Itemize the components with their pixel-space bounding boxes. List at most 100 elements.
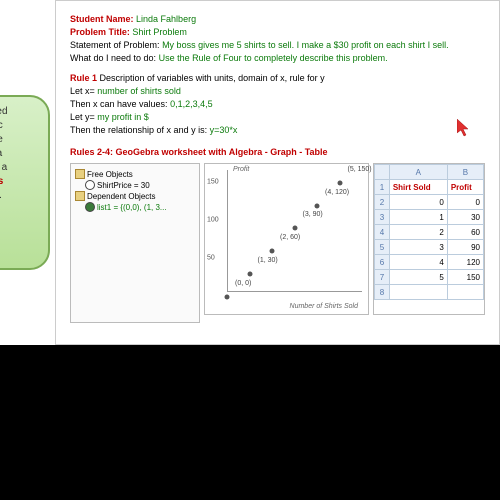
- y-tick-label: 100: [207, 216, 219, 223]
- thenx-value: 0,1,2,3,4,5: [170, 99, 213, 109]
- cell[interactable]: 5: [389, 270, 447, 285]
- side-text-6: ge.: [0, 190, 2, 201]
- cell[interactable]: 30: [447, 210, 483, 225]
- data-point[interactable]: [270, 249, 275, 254]
- side-text-2: tive: [0, 134, 3, 145]
- table-row[interactable]: 8: [375, 285, 484, 300]
- row-header[interactable]: 3: [375, 210, 390, 225]
- table-row[interactable]: 64120: [375, 255, 484, 270]
- student-name: Linda Fahlberg: [136, 14, 196, 24]
- statement-line: Statement of Problem: My boss gives me 5…: [70, 40, 485, 50]
- cell[interactable]: 90: [447, 240, 483, 255]
- side-callout: mbed mic tive bra into a ces ge.: [0, 95, 50, 270]
- side-text-4: into a: [0, 162, 7, 173]
- side-text-1: mic: [0, 120, 3, 131]
- tree-list1[interactable]: list1 = {(0,0), (1, 3...: [75, 202, 195, 212]
- col-b-header[interactable]: B: [447, 165, 483, 180]
- side-text-0: mbed: [0, 106, 8, 117]
- thenx-line: Then x can have values: 0,1,2,3,4,5: [70, 99, 485, 109]
- title-line: Problem Title: Shirt Problem: [70, 27, 485, 37]
- cell[interactable]: 3: [389, 240, 447, 255]
- spreadsheet-panel[interactable]: A B 1Shirt SoldProfit2003130426053906412…: [373, 163, 485, 315]
- data-point-label: (0, 0): [235, 280, 251, 287]
- tree-list1-label: list1 = {(0,0), (1, 3...: [97, 203, 167, 212]
- row-header[interactable]: 4: [375, 225, 390, 240]
- statement-label: Statement of Problem:: [70, 40, 160, 50]
- data-point[interactable]: [225, 295, 230, 300]
- lety-line: Let y= my profit in $: [70, 112, 485, 122]
- todo-line: What do I need to do: Use the Rule of Fo…: [70, 53, 485, 63]
- table-row[interactable]: 4260: [375, 225, 484, 240]
- cell[interactable]: 1: [389, 210, 447, 225]
- letx-label: Let x=: [70, 86, 95, 96]
- y-axis: [227, 170, 228, 292]
- rel-value: y=30*x: [210, 125, 238, 135]
- cell[interactable]: Shirt Sold: [389, 180, 447, 195]
- x-axis-label: Number of Shirts Sold: [290, 303, 358, 310]
- tree-shirtprice-label: ShirtPrice = 30: [97, 181, 150, 190]
- col-a-header[interactable]: A: [389, 165, 447, 180]
- side-text-5: ces: [0, 176, 3, 187]
- cell[interactable]: Profit: [447, 180, 483, 195]
- row-header[interactable]: 5: [375, 240, 390, 255]
- algebra-tree[interactable]: Free Objects ShirtPrice = 30 Dependent O…: [70, 163, 200, 323]
- student-line: Student Name: Linda Fahlberg: [70, 14, 485, 24]
- table-row[interactable]: 75150: [375, 270, 484, 285]
- sheet-header-row: A B: [375, 165, 484, 180]
- letx-line: Let x= number of shirts sold: [70, 86, 485, 96]
- cell[interactable]: 60: [447, 225, 483, 240]
- tree-free-label: Free Objects: [87, 170, 133, 179]
- tree-shirtprice[interactable]: ShirtPrice = 30: [75, 180, 195, 190]
- data-point[interactable]: [292, 226, 297, 231]
- problem-title-label: Problem Title:: [70, 27, 130, 37]
- table-row[interactable]: 5390: [375, 240, 484, 255]
- data-point-label: (3, 90): [303, 211, 323, 218]
- table-row[interactable]: 200: [375, 195, 484, 210]
- cell[interactable]: 2: [389, 225, 447, 240]
- tree-dependent-objects[interactable]: Dependent Objects: [75, 191, 195, 201]
- app-frame: mbed mic tive bra into a ces ge. Student…: [0, 0, 500, 345]
- side-text-3: bra: [0, 148, 2, 159]
- document-area: Student Name: Linda Fahlberg Problem Tit…: [55, 0, 500, 345]
- data-point-label: (4, 120): [325, 189, 349, 196]
- todo-label: What do I need to do:: [70, 53, 156, 63]
- tree-free-objects[interactable]: Free Objects: [75, 169, 195, 179]
- rel-line: Then the relationship of x and y is: y=3…: [70, 125, 485, 135]
- row-header[interactable]: 1: [375, 180, 390, 195]
- cell[interactable]: 120: [447, 255, 483, 270]
- row-header[interactable]: 6: [375, 255, 390, 270]
- y-tick-label: 50: [207, 254, 215, 261]
- problem-title: Shirt Problem: [132, 27, 187, 37]
- cell[interactable]: 4: [389, 255, 447, 270]
- geogebra-panels: Free Objects ShirtPrice = 30 Dependent O…: [70, 163, 485, 323]
- y-axis-label: Profit: [233, 166, 249, 173]
- student-label: Student Name:: [70, 14, 134, 24]
- table-row[interactable]: 1Shirt SoldProfit: [375, 180, 484, 195]
- circle-icon: [85, 202, 95, 212]
- cell[interactable]: 150: [447, 270, 483, 285]
- corner-cell: [375, 165, 390, 180]
- cell[interactable]: 0: [447, 195, 483, 210]
- lety-label: Let y=: [70, 112, 95, 122]
- data-point-label: (2, 60): [280, 234, 300, 241]
- folder-icon: [75, 169, 85, 179]
- table-row[interactable]: 3130: [375, 210, 484, 225]
- data-point[interactable]: [337, 180, 342, 185]
- tree-dependent-label: Dependent Objects: [87, 192, 156, 201]
- row-header[interactable]: 8: [375, 285, 390, 300]
- row-header[interactable]: 7: [375, 270, 390, 285]
- rel-label: Then the relationship of x and y is:: [70, 125, 207, 135]
- data-point-label: (5, 150): [348, 166, 372, 173]
- rule1-line: Rule 1 Description of variables with uni…: [70, 73, 485, 83]
- folder-icon: [75, 191, 85, 201]
- statement-value: My boss gives me 5 shirts to sell. I mak…: [162, 40, 449, 50]
- cell[interactable]: [447, 285, 483, 300]
- lety-value: my profit in $: [97, 112, 149, 122]
- graph-panel[interactable]: Profit Number of Shirts Sold 50100150(0,…: [204, 163, 369, 315]
- cell[interactable]: [389, 285, 447, 300]
- thenx-label: Then x can have values:: [70, 99, 168, 109]
- data-point[interactable]: [247, 272, 252, 277]
- cell[interactable]: 0: [389, 195, 447, 210]
- data-point[interactable]: [315, 203, 320, 208]
- row-header[interactable]: 2: [375, 195, 390, 210]
